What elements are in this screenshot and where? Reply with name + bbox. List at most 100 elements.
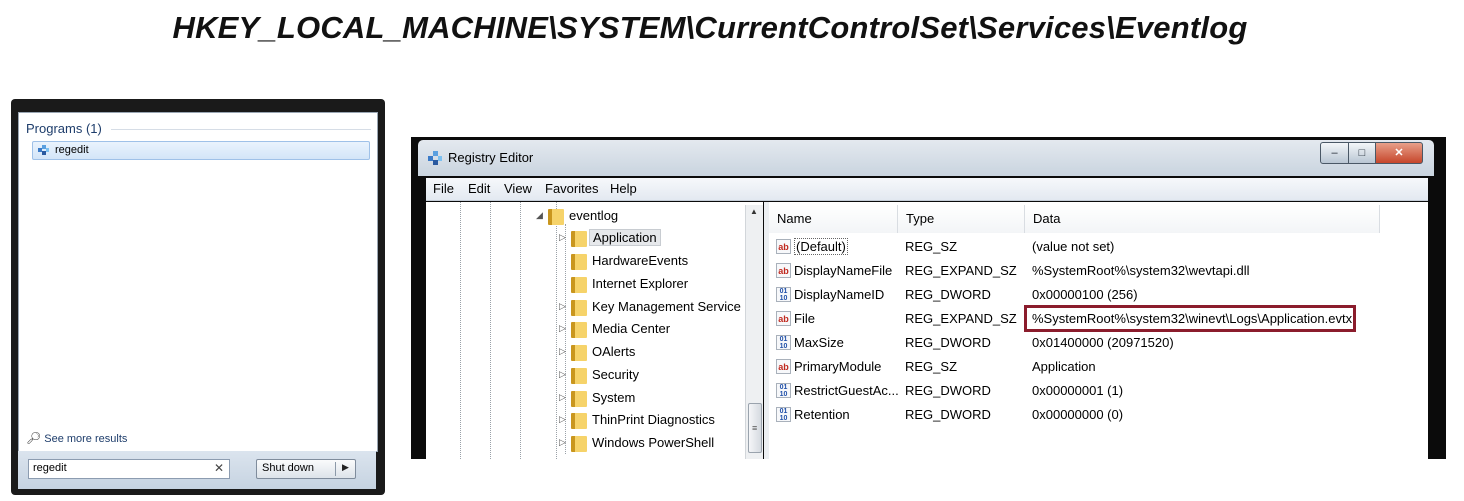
expand-icon[interactable]: ▷ bbox=[559, 392, 566, 403]
registry-tree: ◢ eventlog ▷ Application HardwareEvents … bbox=[426, 202, 763, 459]
shutdown-button[interactable]: Shut down ▶ bbox=[256, 459, 356, 479]
folder-icon bbox=[571, 231, 587, 247]
menu-help[interactable]: Help bbox=[610, 181, 637, 196]
menu-edit[interactable]: Edit bbox=[468, 181, 490, 196]
tree-node-label: OAlerts bbox=[592, 344, 636, 359]
menu-favorites[interactable]: Favorites bbox=[545, 181, 598, 196]
expand-icon[interactable]: ▷ bbox=[559, 437, 566, 448]
string-value-icon: ab bbox=[776, 359, 791, 374]
chevron-right-icon[interactable]: ▶ bbox=[342, 462, 349, 473]
regedit-icon bbox=[428, 151, 442, 165]
value-type: REG_SZ bbox=[905, 359, 958, 374]
title-bar[interactable]: Registry Editor – □ ✕ bbox=[418, 140, 1434, 176]
value-name: MaxSize bbox=[794, 335, 844, 350]
value-type: REG_DWORD bbox=[905, 287, 991, 302]
divider bbox=[335, 462, 336, 476]
value-row[interactable]: ab (Default) REG_SZ (value not set) bbox=[769, 235, 1428, 259]
tree-node-label: Media Center bbox=[592, 321, 671, 336]
value-row[interactable]: ab PrimaryModule REG_SZ Application bbox=[769, 355, 1428, 379]
folder-icon bbox=[571, 254, 587, 270]
value-data: 0x00000100 (256) bbox=[1032, 287, 1138, 302]
divider bbox=[111, 129, 371, 130]
close-button[interactable]: ✕ bbox=[1375, 142, 1423, 164]
search-icon: 🔎︎ bbox=[26, 431, 42, 445]
dword-value-icon: 01 10 bbox=[776, 407, 791, 422]
value-row[interactable]: 01 10 MaxSize REG_DWORD 0x01400000 (20971… bbox=[769, 331, 1428, 355]
dword-value-icon: 01 10 bbox=[776, 287, 791, 302]
expand-icon[interactable]: ▷ bbox=[559, 323, 566, 334]
folder-icon bbox=[571, 413, 587, 429]
minimize-button[interactable]: – bbox=[1320, 142, 1349, 164]
search-input-value: regedit bbox=[33, 462, 67, 474]
folder-icon bbox=[571, 391, 587, 407]
value-name: DisplayNameFile bbox=[794, 263, 893, 278]
value-name: (Default) bbox=[794, 238, 848, 255]
collapse-icon[interactable]: ◢ bbox=[536, 210, 543, 221]
tree-node-label: Internet Explorer bbox=[592, 276, 689, 291]
expand-icon[interactable]: ▷ bbox=[559, 414, 566, 425]
tree-guide bbox=[556, 202, 557, 459]
column-header-data[interactable]: Data bbox=[1025, 205, 1380, 233]
value-name: RestrictGuestAc... bbox=[794, 383, 899, 398]
value-row[interactable]: 01 10 Retention REG_DWORD 0x00000000 (0) bbox=[769, 403, 1428, 427]
value-type: REG_DWORD bbox=[905, 383, 991, 398]
value-row[interactable]: 01 10 DisplayNameID REG_DWORD 0x00000100 … bbox=[769, 283, 1428, 307]
registry-path-title: HKEY_LOCAL_MACHINE\SYSTEM\CurrentControl… bbox=[172, 10, 1248, 45]
folder-icon bbox=[571, 277, 587, 293]
value-type: REG_EXPAND_SZ bbox=[905, 311, 1017, 326]
highlight-box bbox=[1024, 305, 1356, 332]
value-data: (value not set) bbox=[1032, 239, 1115, 254]
tree-guide bbox=[490, 202, 491, 459]
folder-icon bbox=[548, 209, 564, 225]
value-row[interactable]: ab DisplayNameFile REG_EXPAND_SZ %System… bbox=[769, 259, 1428, 283]
shutdown-label: Shut down bbox=[262, 462, 314, 474]
menu-file[interactable]: File bbox=[433, 181, 454, 196]
tree-node-label: Security bbox=[592, 367, 639, 382]
search-input[interactable]: regedit ✕ bbox=[28, 459, 230, 479]
column-header-name[interactable]: Name bbox=[769, 205, 898, 233]
value-row[interactable]: 01 10 RestrictGuestAc... REG_DWORD 0x0000… bbox=[769, 379, 1428, 403]
dword-value-icon: 01 10 bbox=[776, 383, 791, 398]
value-data: 0x01400000 (20971520) bbox=[1032, 335, 1174, 350]
expand-icon[interactable]: ▷ bbox=[559, 369, 566, 380]
string-value-icon: ab bbox=[776, 263, 791, 278]
value-name: DisplayNameID bbox=[794, 287, 885, 302]
folder-icon bbox=[571, 436, 587, 452]
tree-guide bbox=[520, 202, 521, 459]
expand-icon[interactable]: ▷ bbox=[559, 346, 566, 357]
programs-header: Programs (1) bbox=[26, 121, 102, 136]
tree-node-label: HardwareEvents bbox=[592, 253, 689, 268]
close-icon[interactable]: ✕ bbox=[214, 461, 224, 475]
see-more-results-link[interactable]: 🔎︎ See more results bbox=[26, 431, 127, 445]
expand-icon[interactable]: ▷ bbox=[559, 232, 566, 243]
expand-icon[interactable]: ▷ bbox=[559, 301, 566, 312]
minimize-icon: – bbox=[1331, 147, 1338, 159]
folder-icon bbox=[571, 300, 587, 316]
menu-bar: File Edit View Favorites Help bbox=[426, 178, 1428, 201]
tree-node-label: Key Management Service bbox=[592, 299, 741, 314]
scroll-up-icon[interactable]: ▲ bbox=[750, 207, 758, 216]
value-data: 0x00000001 (1) bbox=[1032, 383, 1124, 398]
folder-icon bbox=[571, 345, 587, 361]
program-item-regedit[interactable]: regedit bbox=[32, 141, 370, 160]
window-controls: – □ ✕ bbox=[1320, 142, 1424, 164]
program-item-label: regedit bbox=[55, 144, 89, 156]
tree-node-label: System bbox=[592, 390, 636, 405]
menu-view[interactable]: View bbox=[504, 181, 532, 196]
value-type: REG_EXPAND_SZ bbox=[905, 263, 1017, 278]
dword-value-icon: 01 10 bbox=[776, 335, 791, 350]
tree-scrollbar[interactable]: ▲ ≡ bbox=[745, 205, 763, 459]
maximize-button[interactable]: □ bbox=[1348, 142, 1376, 164]
see-more-label: See more results bbox=[44, 433, 128, 445]
value-data: Application bbox=[1032, 359, 1096, 374]
folder-icon bbox=[571, 368, 587, 384]
value-type: REG_DWORD bbox=[905, 335, 991, 350]
column-header-type[interactable]: Type bbox=[898, 205, 1025, 233]
tree-node-label: ThinPrint Diagnostics bbox=[592, 412, 715, 427]
string-value-icon: ab bbox=[776, 239, 791, 254]
maximize-icon: □ bbox=[1358, 147, 1366, 159]
window-title: Registry Editor bbox=[448, 150, 534, 165]
scrollbar-thumb[interactable]: ≡ bbox=[748, 403, 762, 453]
tree-guide bbox=[460, 202, 461, 459]
folder-icon bbox=[571, 322, 587, 338]
